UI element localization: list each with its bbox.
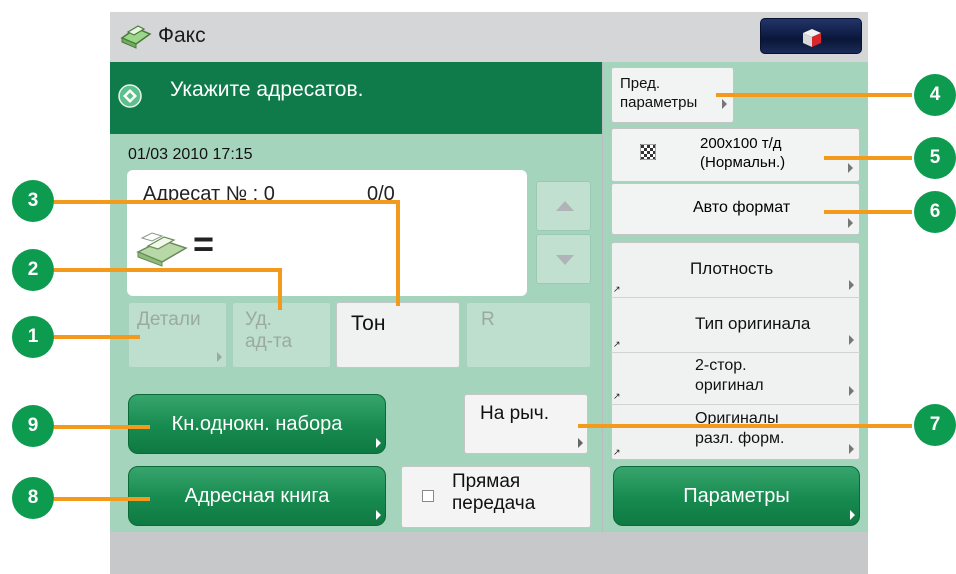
scroll-up-button[interactable] xyxy=(536,181,591,231)
callout-badge-3: 3 xyxy=(12,180,54,222)
callout-line-4 xyxy=(716,93,912,97)
duplex-line1: 2-стор. xyxy=(695,357,747,374)
direct-send-label: Прямая передача xyxy=(452,471,535,515)
page-title: Факс xyxy=(158,24,206,47)
speed-dial-label: Кн.однокн. набора xyxy=(171,413,343,435)
chevron-right-icon xyxy=(848,163,853,173)
tone-button[interactable]: Тон xyxy=(336,302,460,368)
title-bar xyxy=(110,12,868,62)
mixed-line2: разл. форм. xyxy=(695,430,785,447)
corner-arrow-icon: ↗ xyxy=(613,339,621,349)
callout-line-2 xyxy=(54,268,280,272)
callout-line-7 xyxy=(578,424,912,428)
r-button[interactable]: R xyxy=(466,302,591,368)
status-bar xyxy=(110,532,868,574)
corner-arrow-icon xyxy=(578,438,583,448)
original-type-label: Тип оригинала xyxy=(695,314,811,333)
callout-line-8 xyxy=(54,497,150,501)
callout-badge-8: 8 xyxy=(12,477,54,519)
corner-arrow-icon: ↗ xyxy=(613,391,621,401)
remove-label-line1: Уд. xyxy=(245,309,272,330)
resolution-line2: (Нормальн.) xyxy=(700,154,786,171)
chevron-right-icon xyxy=(849,444,854,454)
callout-line-5 xyxy=(824,156,912,160)
cube-icon xyxy=(803,29,821,47)
corner-arrow-icon xyxy=(217,352,222,362)
callout-badge-6: 6 xyxy=(914,191,956,233)
direct-send-line1: Прямая xyxy=(452,471,521,492)
direct-send-line2: передача xyxy=(452,493,536,514)
parameters-button[interactable]: Параметры xyxy=(613,466,860,526)
corner-arrow-icon xyxy=(850,510,855,520)
corner-arrow-icon: ↗ xyxy=(613,447,621,457)
parameters-label: Параметры xyxy=(683,485,790,507)
scroll-down-button[interactable] xyxy=(536,234,591,284)
chevron-right-icon xyxy=(849,386,854,396)
original-size-label: Авто формат xyxy=(693,199,791,216)
remove-label-line2: ад-та xyxy=(245,331,293,352)
on-hook-label: На рыч. xyxy=(480,403,549,424)
chevron-right-icon xyxy=(849,280,854,290)
presets-line1: Пред. xyxy=(620,75,661,92)
callout-badge-5: 5 xyxy=(914,137,956,179)
arrow-up-icon xyxy=(556,201,574,211)
on-hook-button[interactable]: На рыч. xyxy=(464,394,588,454)
callout-badge-9: 9 xyxy=(12,405,54,447)
fax-machine-icon xyxy=(136,232,188,267)
remove-recipient-button[interactable]: Уд. ад-та xyxy=(232,302,331,368)
address-book-label: Адресная книга xyxy=(184,485,330,507)
mixed-originals-label: Оригиналы разл. форм. xyxy=(695,409,784,449)
fax-icon xyxy=(120,25,152,49)
callout-line-3-drop xyxy=(396,200,400,306)
corner-arrow-icon xyxy=(376,510,381,520)
chevron-right-icon xyxy=(849,335,854,345)
chevron-right-icon xyxy=(722,99,727,109)
corner-arrow-icon: ↗ xyxy=(613,284,621,294)
date-time: 01/03 2010 17:15 xyxy=(128,146,253,163)
diamond-icon xyxy=(118,84,142,108)
chevron-right-icon xyxy=(848,218,853,228)
density-label: Плотность xyxy=(690,259,774,278)
corner-arrow-icon xyxy=(376,438,381,448)
resolution-label: 200x100 т/д (Нормальн.) xyxy=(700,134,785,172)
callout-line-1 xyxy=(54,335,140,339)
duplex-line2: оригинал xyxy=(695,377,764,394)
duplex-original-label: 2-стор. оригинал xyxy=(695,356,764,396)
callout-line-6 xyxy=(824,210,912,214)
details-label: Детали xyxy=(137,309,201,330)
callout-badge-1: 1 xyxy=(12,316,54,358)
callout-line-9 xyxy=(54,425,150,429)
callout-line-3 xyxy=(54,200,398,204)
direct-send-checkbox[interactable] xyxy=(422,490,434,502)
details-button[interactable]: Детали xyxy=(128,302,227,368)
arrow-down-icon xyxy=(556,255,574,265)
status-message: Укажите адресатов. xyxy=(170,78,364,101)
callout-badge-7: 7 xyxy=(914,404,956,446)
equals-sign: = xyxy=(193,223,215,264)
resolution-line1: 200x100 т/д xyxy=(700,135,782,152)
resolution-icon xyxy=(640,144,656,160)
callout-line-2-drop xyxy=(278,268,282,310)
address-book-button[interactable]: Адресная книга xyxy=(128,466,386,526)
home-button[interactable] xyxy=(760,18,862,54)
speed-dial-button[interactable]: Кн.однокн. набора xyxy=(128,394,386,454)
callout-badge-2: 2 xyxy=(12,249,54,291)
callout-badge-4: 4 xyxy=(914,74,956,116)
